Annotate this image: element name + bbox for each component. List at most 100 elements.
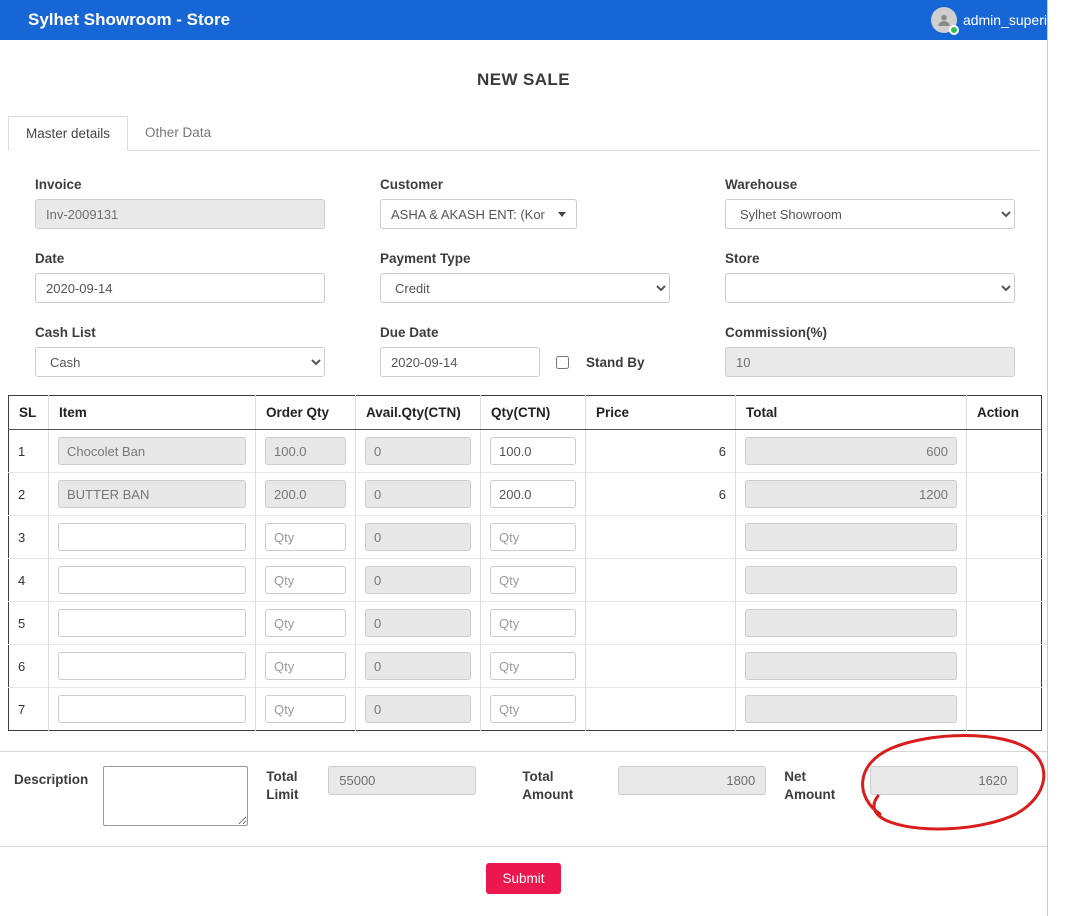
cash-list-label: Cash List: [35, 325, 325, 340]
avail-qty-input: [365, 480, 471, 508]
warehouse-field: Warehouse Sylhet Showroom: [725, 177, 1015, 229]
order-qty-input[interactable]: [265, 523, 346, 551]
customer-field: Customer ASHA & AKASH ENT: (Kor: [380, 177, 670, 229]
price-value: [586, 559, 736, 602]
table-row: 7: [9, 688, 1042, 731]
item-input[interactable]: [58, 609, 246, 637]
col-item: Item: [49, 396, 256, 430]
item-input[interactable]: [58, 695, 246, 723]
qty-cell: [481, 559, 586, 602]
item-cell: [49, 430, 256, 473]
invoice-field: Invoice: [35, 177, 325, 229]
username-label: admin_superi: [963, 12, 1047, 28]
payment-type-field: Payment Type Credit: [380, 251, 670, 303]
action-cell: [967, 645, 1042, 688]
qty-input[interactable]: [490, 609, 576, 637]
date-input[interactable]: [35, 273, 325, 303]
description-textarea[interactable]: [103, 766, 248, 826]
row-sl: 5: [9, 602, 49, 645]
customer-dropdown[interactable]: ASHA & AKASH ENT: (Kor: [380, 199, 577, 229]
qty-cell: [481, 602, 586, 645]
item-input[interactable]: [58, 523, 246, 551]
total-input: [745, 609, 957, 637]
tab-other-data[interactable]: Other Data: [128, 116, 228, 150]
total-limit-label: Total Limit: [266, 768, 318, 804]
item-cell: [49, 559, 256, 602]
price-value: [586, 602, 736, 645]
total-input: [745, 437, 957, 465]
due-date-label: Due Date: [380, 325, 670, 340]
col-price: Price: [586, 396, 736, 430]
order-qty-cell: [256, 516, 356, 559]
order-qty-input[interactable]: [265, 609, 346, 637]
action-cell: [967, 473, 1042, 516]
top-bar: Sylhet Showroom - Store admin_superi: [0, 0, 1047, 40]
avail-qty-input: [365, 695, 471, 723]
col-action: Action: [967, 396, 1042, 430]
app-title: Sylhet Showroom - Store: [28, 10, 230, 30]
items-table-header: SL Item Order Qty Avail.Qty(CTN) Qty(CTN…: [9, 396, 1042, 430]
payment-type-label: Payment Type: [380, 251, 670, 266]
total-amount-label: Total Amount: [522, 768, 586, 804]
payment-type-select[interactable]: Credit: [380, 273, 670, 303]
qty-cell: [481, 430, 586, 473]
item-cell: [49, 688, 256, 731]
qty-cell: [481, 688, 586, 731]
qty-input[interactable]: [490, 695, 576, 723]
avail-qty-input: [365, 523, 471, 551]
avail-qty-cell: [356, 559, 481, 602]
action-cell: [967, 559, 1042, 602]
order-qty-input: [265, 480, 346, 508]
qty-input[interactable]: [490, 480, 576, 508]
action-cell: [967, 602, 1042, 645]
caret-down-icon: [558, 212, 566, 217]
table-row: 3: [9, 516, 1042, 559]
col-sl: SL: [9, 396, 49, 430]
action-cell: [967, 516, 1042, 559]
commission-input: [725, 347, 1015, 377]
item-input[interactable]: [58, 652, 246, 680]
avail-qty-cell: [356, 602, 481, 645]
user-avatar[interactable]: [931, 7, 957, 33]
order-qty-input[interactable]: [265, 652, 346, 680]
warehouse-select[interactable]: Sylhet Showroom: [725, 199, 1015, 229]
price-value: [586, 688, 736, 731]
qty-input[interactable]: [490, 437, 576, 465]
due-date-input[interactable]: [380, 347, 540, 377]
app-container: Sylhet Showroom - Store admin_superi NEW…: [0, 0, 1048, 916]
qty-input[interactable]: [490, 652, 576, 680]
page-title: NEW SALE: [0, 70, 1047, 90]
action-cell: [967, 430, 1042, 473]
tab-master-details[interactable]: Master details: [8, 116, 128, 151]
store-select[interactable]: [725, 273, 1015, 303]
qty-input[interactable]: [490, 566, 576, 594]
total-cell: [736, 430, 967, 473]
user-menu[interactable]: admin_superi: [931, 7, 1047, 33]
total-input: [745, 566, 957, 594]
row-sl: 6: [9, 645, 49, 688]
avail-qty-input: [365, 652, 471, 680]
customer-dropdown-value: ASHA & AKASH ENT: (Kor: [391, 207, 545, 222]
store-label: Store: [725, 251, 1015, 266]
col-total: Total: [736, 396, 967, 430]
item-input[interactable]: [58, 566, 246, 594]
order-qty-input[interactable]: [265, 695, 346, 723]
customer-label: Customer: [380, 177, 670, 192]
order-qty-cell: [256, 430, 356, 473]
cash-list-field: Cash List Cash: [35, 325, 325, 377]
avail-qty-input: [365, 566, 471, 594]
row-sl: 1: [9, 430, 49, 473]
qty-cell: [481, 645, 586, 688]
qty-input[interactable]: [490, 523, 576, 551]
item-cell: [49, 602, 256, 645]
item-cell: [49, 473, 256, 516]
order-qty-input[interactable]: [265, 566, 346, 594]
table-row: 6: [9, 645, 1042, 688]
row-sl: 7: [9, 688, 49, 731]
total-cell: [736, 559, 967, 602]
item-cell: [49, 645, 256, 688]
stand-by-checkbox[interactable]: [556, 356, 569, 369]
cash-list-select[interactable]: Cash: [35, 347, 325, 377]
total-input: [745, 695, 957, 723]
total-cell: [736, 645, 967, 688]
